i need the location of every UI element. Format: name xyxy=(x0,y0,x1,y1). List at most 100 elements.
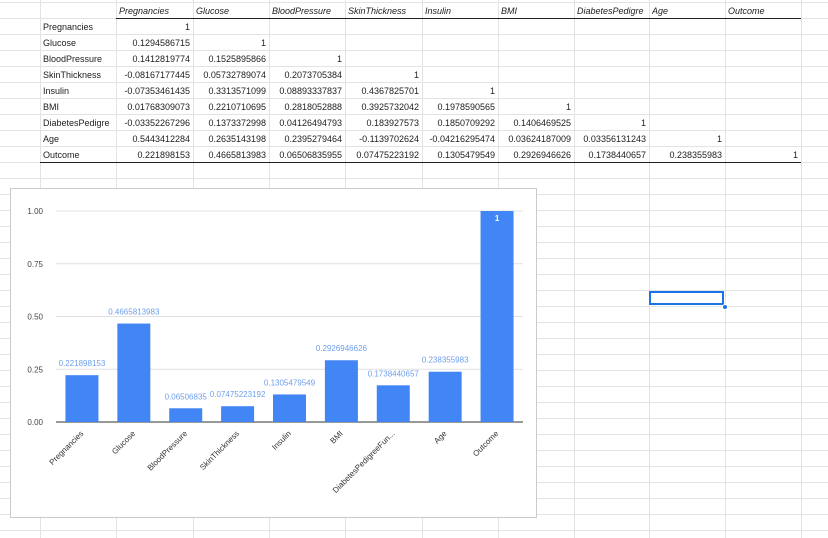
y-tick-label: 0.75 xyxy=(27,260,43,269)
value-cell[interactable]: 0.03624187009 xyxy=(498,131,571,147)
value-cell[interactable]: 0.1406469525 xyxy=(498,115,571,131)
value-cell[interactable]: 1 xyxy=(725,147,798,163)
selected-cell[interactable] xyxy=(649,291,724,305)
header-border xyxy=(116,18,801,19)
value-cell[interactable]: 1 xyxy=(269,51,342,67)
value-cell[interactable]: 0.1525895866 xyxy=(193,51,266,67)
value-cell[interactable]: 0.3925732042 xyxy=(345,99,419,115)
column-header-cell[interactable]: BloodPressure xyxy=(272,3,343,19)
row-label-cell[interactable]: Pregnancies xyxy=(43,19,115,35)
grid-row-line xyxy=(0,530,828,531)
data-label: 0.238355983 xyxy=(422,356,469,365)
x-tick-label: Insulin xyxy=(270,429,293,452)
value-cell[interactable]: 0.5443412284 xyxy=(116,131,190,147)
row-label-cell[interactable]: Age xyxy=(43,131,115,147)
grid-column-line xyxy=(649,0,650,538)
value-cell[interactable]: 1 xyxy=(116,19,190,35)
row-label-cell[interactable]: Glucose xyxy=(43,35,115,51)
column-header-cell[interactable]: SkinThickness xyxy=(348,3,420,19)
value-cell[interactable]: 0.2926946626 xyxy=(498,147,571,163)
value-cell[interactable]: 0.2073705384 xyxy=(269,67,342,83)
column-header-cell[interactable]: Outcome xyxy=(728,3,799,19)
y-tick-label: 0.00 xyxy=(27,418,43,427)
value-cell[interactable]: 0.08893337837 xyxy=(269,83,342,99)
bar xyxy=(221,406,255,422)
value-cell[interactable]: 0.01768309073 xyxy=(116,99,190,115)
column-header-cell[interactable]: Insulin xyxy=(425,3,496,19)
data-label: 0.2926946626 xyxy=(316,344,368,353)
data-label: 0.221898153 xyxy=(59,359,106,368)
value-cell[interactable]: 0.1294586715 xyxy=(116,35,190,51)
value-cell[interactable]: 0.07475223192 xyxy=(345,147,419,163)
value-cell[interactable]: 0.1738440657 xyxy=(574,147,646,163)
value-cell[interactable]: 0.2210710695 xyxy=(193,99,266,115)
value-cell[interactable]: -0.04216295474 xyxy=(422,131,495,147)
value-cell[interactable]: 0.238355983 xyxy=(649,147,722,163)
chart[interactable]: 0.00 0.25 0.50 0.75 1.00 0.221898153 Pregnanci… xyxy=(10,188,537,518)
data-label: 0.07475223192 xyxy=(210,390,266,399)
x-tick-label: Glucose xyxy=(110,429,138,457)
data-label: 0.1305479549 xyxy=(264,378,316,387)
row-label-cell[interactable]: DiabetesPedigre xyxy=(43,115,115,131)
value-cell[interactable]: -0.07353461435 xyxy=(116,83,190,99)
grid-column-line xyxy=(574,0,575,538)
row-label-cell[interactable]: BloodPressure xyxy=(43,51,115,67)
value-cell[interactable]: 1 xyxy=(498,99,571,115)
column-header-cell[interactable]: Pregnancies xyxy=(119,3,191,19)
column-header-cell[interactable]: DiabetesPedigre xyxy=(577,3,647,19)
bar xyxy=(117,323,151,422)
value-cell[interactable]: -0.1139702624 xyxy=(345,131,419,147)
value-cell[interactable]: 1 xyxy=(649,131,722,147)
value-cell[interactable]: 1 xyxy=(574,115,646,131)
x-tick-label: Pregnancies xyxy=(48,429,86,467)
x-tick-label: Outcome xyxy=(471,429,501,459)
value-cell[interactable]: 0.2818052888 xyxy=(269,99,342,115)
column-header-cell[interactable]: Glucose xyxy=(196,3,267,19)
x-tick-label: Age xyxy=(432,429,449,446)
value-cell[interactable]: 0.3313571099 xyxy=(193,83,266,99)
row-label-cell[interactable]: SkinThickness xyxy=(43,67,115,83)
x-tick-label: BMI xyxy=(328,429,344,445)
value-cell[interactable]: 0.06506835955 xyxy=(269,147,342,163)
row-label-cell[interactable]: Outcome xyxy=(43,147,115,163)
value-cell[interactable]: 0.183927573 xyxy=(345,115,419,131)
bar xyxy=(273,394,306,422)
value-cell[interactable]: 0.1305479549 xyxy=(422,147,495,163)
value-cell[interactable]: 0.05732789074 xyxy=(193,67,266,83)
data-label: 0.4665813983 xyxy=(108,308,160,317)
value-cell[interactable]: 0.221898153 xyxy=(116,147,190,163)
value-cell[interactable]: 0.2635143198 xyxy=(193,131,266,147)
column-header-cell[interactable]: BMI xyxy=(501,3,572,19)
value-cell[interactable]: 0.2395279464 xyxy=(269,131,342,147)
value-cell[interactable]: 0.4367825701 xyxy=(345,83,419,99)
bar-chart-svg: 0.00 0.25 0.50 0.75 1.00 0.221898153 Pregnanci… xyxy=(27,207,523,495)
value-cell[interactable]: 1 xyxy=(422,83,495,99)
value-cell[interactable]: -0.03352267296 xyxy=(116,115,190,131)
value-cell[interactable]: 1 xyxy=(345,67,419,83)
value-cell[interactable]: 0.1412819774 xyxy=(116,51,190,67)
y-tick-label: 0.50 xyxy=(27,313,43,322)
bar xyxy=(324,360,358,422)
value-cell[interactable]: 0.4665813983 xyxy=(193,147,266,163)
bar xyxy=(428,371,462,422)
row-label-cell[interactable]: BMI xyxy=(43,99,115,115)
value-cell[interactable]: 0.1373372998 xyxy=(193,115,266,131)
bar xyxy=(169,408,203,422)
value-cell[interactable]: 1 xyxy=(193,35,266,51)
data-label: 1 xyxy=(495,214,500,223)
x-tick-label: BloodPressure xyxy=(146,429,190,473)
fill-handle[interactable] xyxy=(722,304,728,310)
bar xyxy=(65,375,99,422)
data-label: 0.1738440657 xyxy=(368,369,420,378)
grid-column-line xyxy=(725,0,726,538)
value-cell[interactable]: 0.03356131243 xyxy=(574,131,646,147)
value-cell[interactable]: 0.1978590565 xyxy=(422,99,495,115)
value-cell[interactable]: -0.08167177445 xyxy=(116,67,190,83)
bar xyxy=(480,211,514,422)
value-cell[interactable]: 0.04126494793 xyxy=(269,115,342,131)
grid-row-line xyxy=(0,178,828,179)
row-label-cell[interactable]: Insulin xyxy=(43,83,115,99)
column-header-cell[interactable]: Age xyxy=(652,3,723,19)
value-cell[interactable]: 0.1850709292 xyxy=(422,115,495,131)
data-label: 0.06506835 xyxy=(165,392,208,401)
